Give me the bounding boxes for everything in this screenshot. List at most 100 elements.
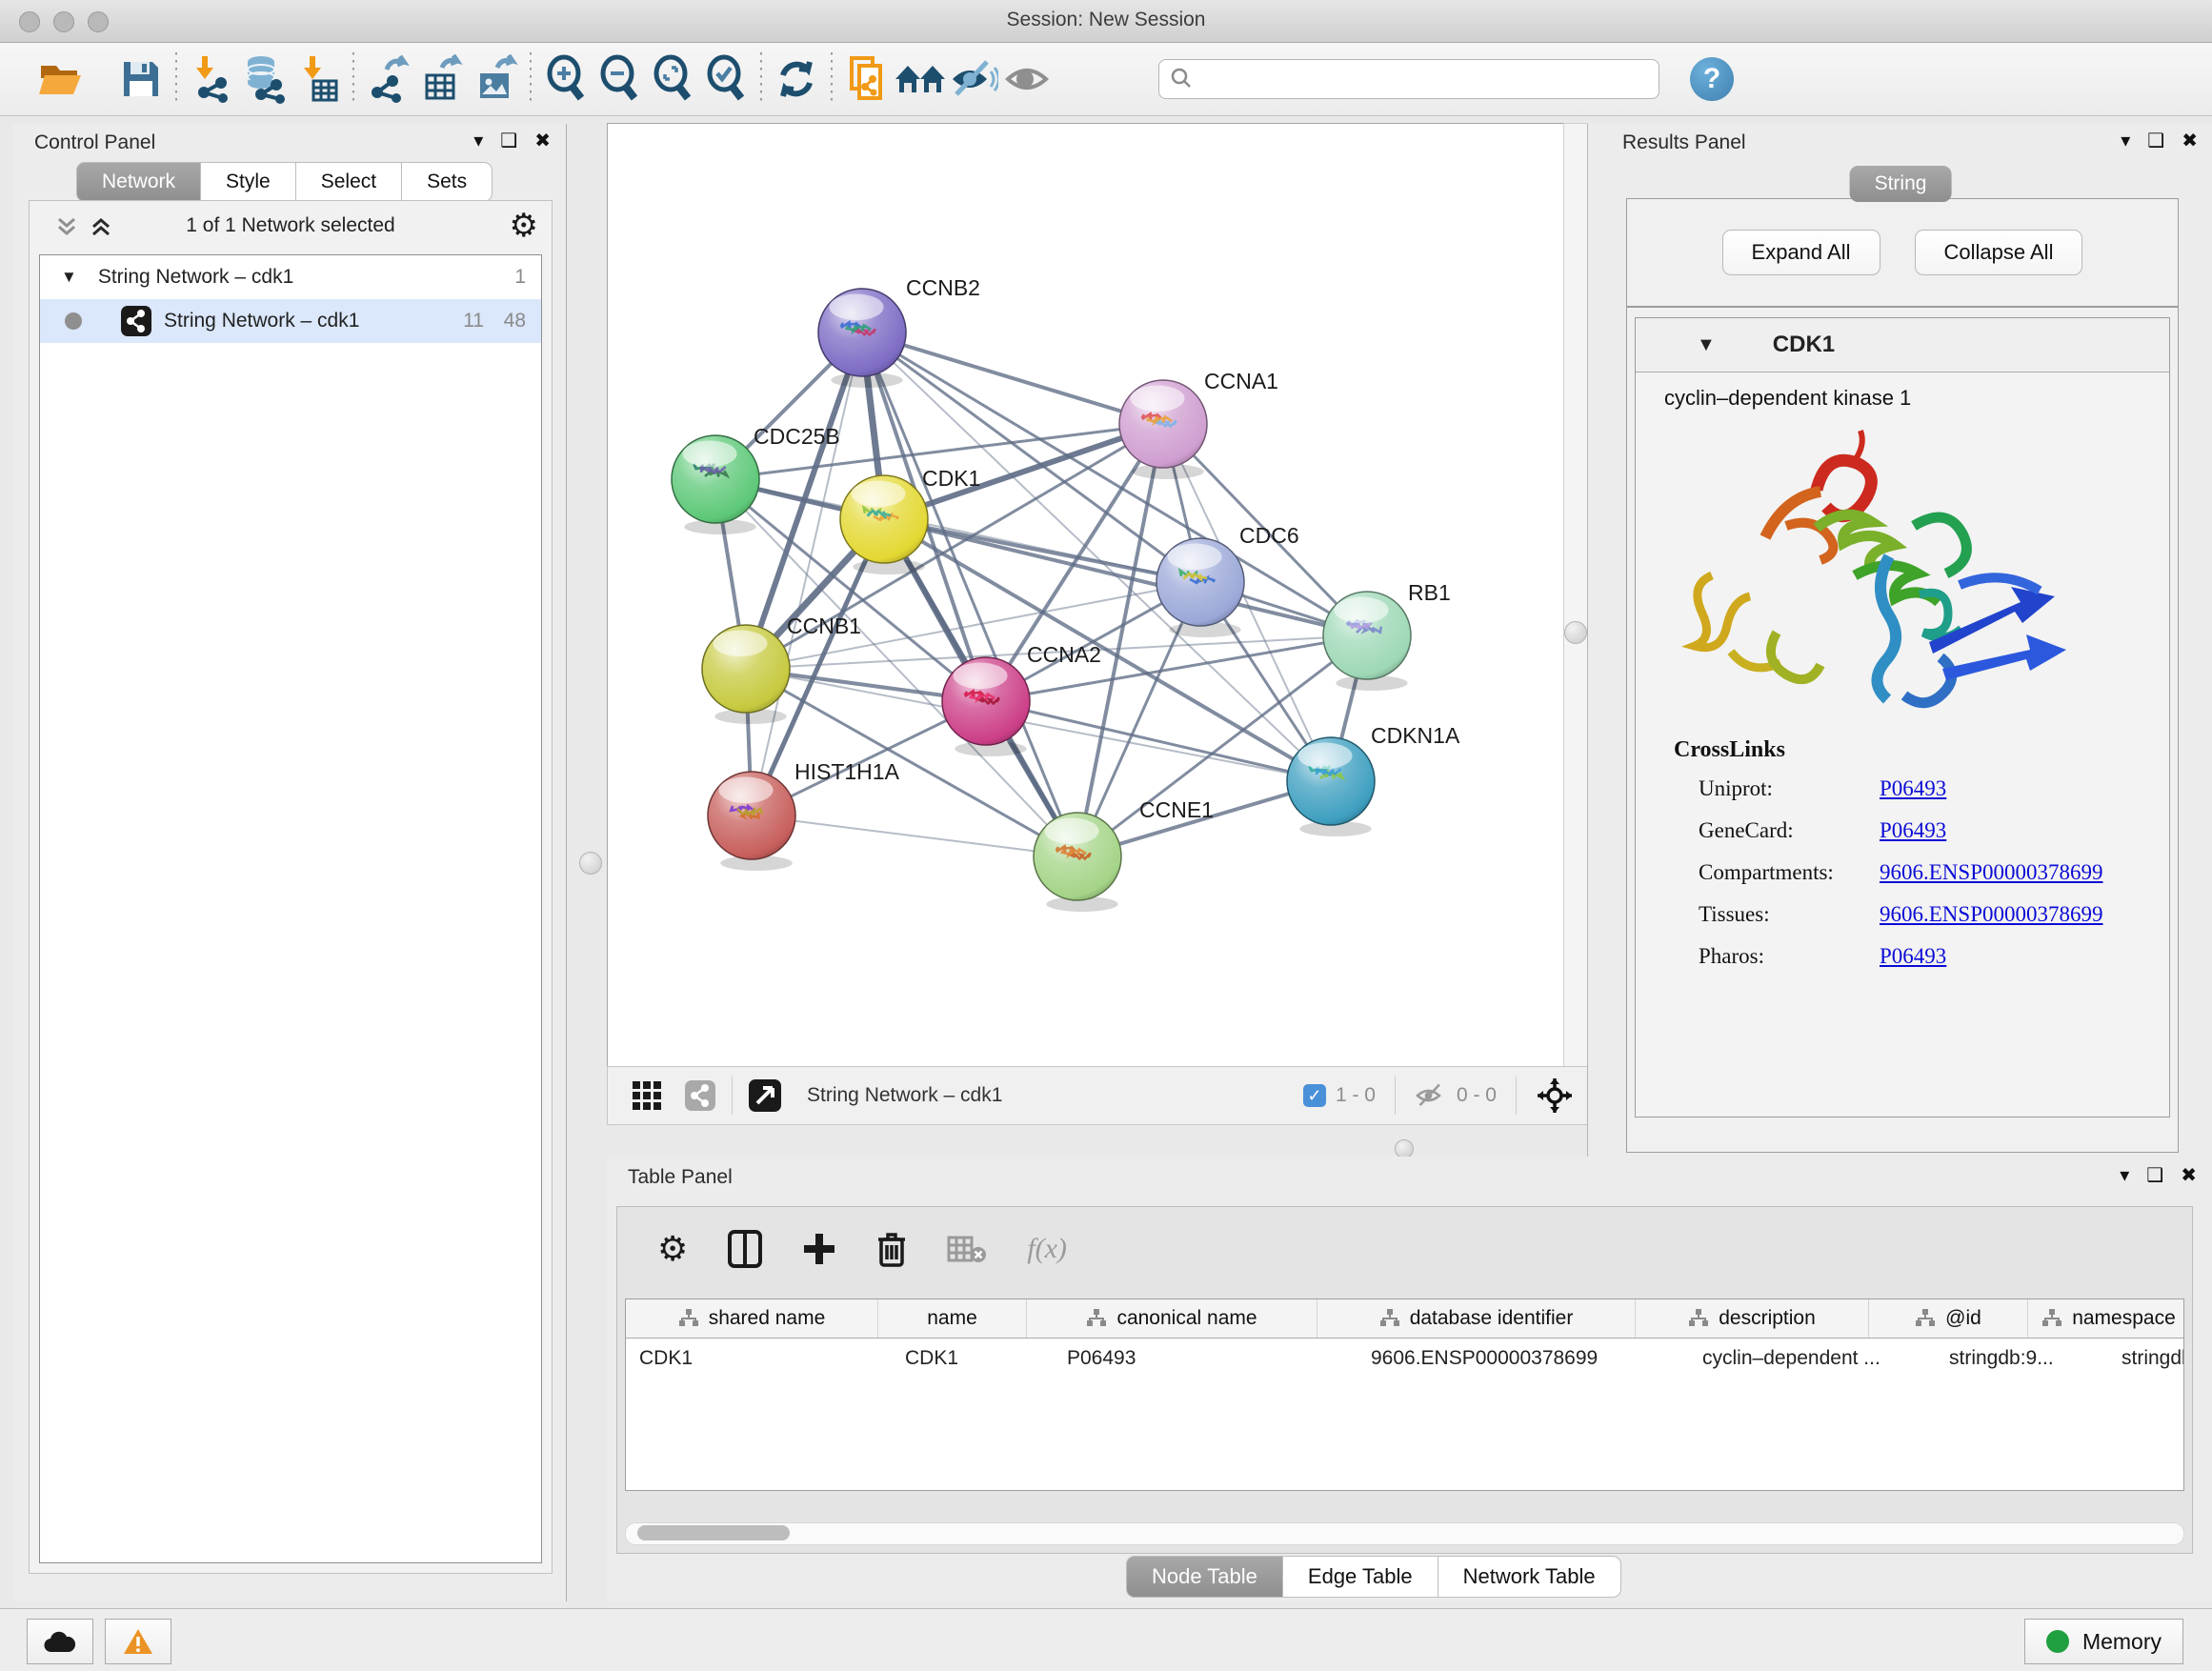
selected-checkbox-icon[interactable]: ✓ bbox=[1303, 1084, 1326, 1107]
show-columns-icon[interactable] bbox=[728, 1230, 762, 1268]
eye-slash-icon bbox=[949, 58, 998, 100]
panel-menu-icon[interactable]: ▾ bbox=[2121, 131, 2130, 151]
column-header-shared-name[interactable]: shared name bbox=[626, 1299, 878, 1338]
table-horizontal-scrollbar[interactable] bbox=[625, 1522, 2184, 1545]
protein-card-header[interactable]: ▼ CDK1 bbox=[1636, 318, 2169, 372]
current-network-dot-icon bbox=[65, 312, 82, 330]
table-options-gear-icon[interactable]: ⚙ bbox=[657, 1229, 688, 1269]
panel-close-icon[interactable]: ✖ bbox=[2181, 1166, 2197, 1185]
tab-select[interactable]: Select bbox=[296, 162, 402, 202]
expand-collapse-row: Expand All Collapse All bbox=[1627, 199, 2178, 308]
expand-all-button[interactable]: Expand All bbox=[1722, 230, 1880, 275]
crosslink-link[interactable]: P06493 bbox=[1880, 818, 1946, 843]
node-label: CDC25B bbox=[754, 424, 840, 449]
detach-view-icon[interactable] bbox=[748, 1078, 782, 1113]
export-table-button[interactable] bbox=[415, 52, 469, 106]
network-node[interactable]: HIST1H1A bbox=[708, 759, 900, 871]
scrollbar-thumb[interactable] bbox=[637, 1525, 790, 1540]
crosslink-link[interactable]: 9606.ENSP00000378699 bbox=[1880, 860, 2103, 885]
panel-float-icon[interactable]: ❑ bbox=[2146, 1166, 2163, 1185]
network-options-gear-icon[interactable]: ⚙ bbox=[510, 207, 538, 245]
column-header-description[interactable]: description bbox=[1636, 1299, 1869, 1338]
show-graphics-details-button[interactable] bbox=[1000, 52, 1054, 106]
tab-node-table[interactable]: Node Table bbox=[1126, 1556, 1283, 1598]
warnings-button[interactable] bbox=[105, 1619, 171, 1664]
column-header-name[interactable]: name bbox=[878, 1299, 1027, 1338]
zoom-selected-button[interactable] bbox=[699, 52, 753, 106]
import-table-file-button[interactable] bbox=[292, 52, 345, 106]
network-node[interactable]: RB1 bbox=[1323, 580, 1451, 691]
open-session-button[interactable] bbox=[34, 52, 88, 106]
cell-canonical-name: P06493 bbox=[1054, 1347, 1357, 1370]
zoom-fit-button[interactable] bbox=[646, 52, 699, 106]
panel-float-icon[interactable]: ❑ bbox=[2147, 131, 2164, 151]
crosslink-link[interactable]: P06493 bbox=[1880, 776, 1946, 801]
zoom-in-button[interactable] bbox=[539, 52, 593, 106]
tab-string[interactable]: String bbox=[1850, 166, 1952, 202]
export-network-button[interactable] bbox=[362, 52, 415, 106]
network-node[interactable]: CDC25B bbox=[672, 424, 840, 534]
tab-sets[interactable]: Sets bbox=[402, 162, 493, 202]
add-column-icon[interactable] bbox=[802, 1232, 836, 1266]
panel-float-icon[interactable]: ❑ bbox=[500, 131, 517, 151]
tree-expander-icon[interactable]: ▼ bbox=[61, 268, 77, 287]
export-table-icon bbox=[419, 54, 465, 104]
tab-edge-table[interactable]: Edge Table bbox=[1283, 1556, 1438, 1598]
column-label: shared name bbox=[709, 1307, 826, 1330]
home-button[interactable] bbox=[894, 52, 947, 106]
toolbar-separator bbox=[175, 52, 177, 106]
network-node[interactable]: CCNB2 bbox=[818, 275, 980, 388]
right-splitter-handle[interactable] bbox=[1564, 621, 1587, 644]
collapse-triangle-icon[interactable]: ▼ bbox=[1697, 334, 1716, 356]
column-header-namespace[interactable]: namespace bbox=[2028, 1299, 2184, 1338]
network-canvas[interactable]: CCNB2CCNA1CDC25BCDK1CDC6RB1CCNB1CCNA2CDK… bbox=[607, 123, 1564, 1067]
network-graph[interactable]: CCNB2CCNA1CDC25BCDK1CDC6RB1CCNB1CCNA2CDK… bbox=[608, 124, 1564, 1066]
help-button[interactable]: ? bbox=[1690, 57, 1734, 101]
column-header-id[interactable]: @id bbox=[1869, 1299, 2028, 1338]
collapse-all-button[interactable]: Collapse All bbox=[1915, 230, 2083, 275]
network-node[interactable]: CDKN1A bbox=[1287, 723, 1460, 836]
column-label: canonical name bbox=[1116, 1307, 1257, 1330]
cloud-icon bbox=[43, 1629, 77, 1654]
import-network-file-button[interactable] bbox=[185, 52, 238, 106]
left-splitter-handle[interactable] bbox=[579, 852, 602, 875]
canvas-right-scrollbar[interactable] bbox=[1563, 123, 1588, 1067]
network-tree: ▼ String Network – cdk1 1 String Network… bbox=[39, 254, 542, 1563]
delete-column-trash-icon[interactable] bbox=[876, 1230, 907, 1268]
search-icon bbox=[1170, 67, 1193, 90]
node-label: CCNE1 bbox=[1139, 797, 1214, 822]
panel-menu-icon[interactable]: ▾ bbox=[473, 131, 483, 151]
save-session-button[interactable] bbox=[114, 52, 168, 106]
pan-crosshair-icon[interactable] bbox=[1536, 1077, 1574, 1115]
control-panel: Control Panel ▾ ❑ ✖ Network Style Select… bbox=[13, 124, 567, 1601]
houses-icon bbox=[894, 58, 947, 100]
hide-selected-button[interactable] bbox=[947, 52, 1000, 106]
apply-layout-button[interactable] bbox=[770, 52, 823, 106]
network-share-icon[interactable] bbox=[684, 1079, 716, 1112]
crosslink-link[interactable]: 9606.ENSP00000378699 bbox=[1880, 902, 2103, 927]
crosslink-link[interactable]: P06493 bbox=[1880, 944, 1946, 969]
network-row-selected[interactable]: String Network – cdk1 11 48 bbox=[40, 299, 541, 343]
tree-column-icon bbox=[1086, 1308, 1107, 1329]
cloud-status-button[interactable] bbox=[27, 1619, 93, 1664]
column-header-database-identifier[interactable]: database identifier bbox=[1317, 1299, 1636, 1338]
panel-close-icon[interactable]: ✖ bbox=[534, 131, 551, 151]
export-image-button[interactable] bbox=[469, 52, 522, 106]
tab-style[interactable]: Style bbox=[201, 162, 296, 202]
search-input[interactable] bbox=[1158, 59, 1659, 99]
table-row[interactable]: CDK1 CDK1 P06493 9606.ENSP00000378699 cy… bbox=[626, 1339, 2183, 1379]
zoom-out-button[interactable] bbox=[593, 52, 646, 106]
bottom-splitter-handle[interactable] bbox=[1395, 1139, 1414, 1158]
panel-menu-icon[interactable]: ▾ bbox=[2120, 1166, 2129, 1185]
new-network-from-selection-button[interactable] bbox=[840, 52, 894, 106]
tab-network-table[interactable]: Network Table bbox=[1438, 1556, 1621, 1598]
network-collection-row[interactable]: ▼ String Network – cdk1 1 bbox=[40, 255, 541, 299]
tree-column-icon bbox=[1688, 1308, 1709, 1329]
column-header-canonical-name[interactable]: canonical name bbox=[1027, 1299, 1317, 1338]
memory-button[interactable]: Memory bbox=[2024, 1619, 2183, 1664]
birdseye-grid-icon[interactable] bbox=[631, 1079, 663, 1112]
import-network-database-button[interactable] bbox=[238, 52, 292, 106]
memory-label: Memory bbox=[2082, 1629, 2162, 1655]
tab-network[interactable]: Network bbox=[76, 162, 201, 202]
panel-close-icon[interactable]: ✖ bbox=[2182, 131, 2198, 151]
